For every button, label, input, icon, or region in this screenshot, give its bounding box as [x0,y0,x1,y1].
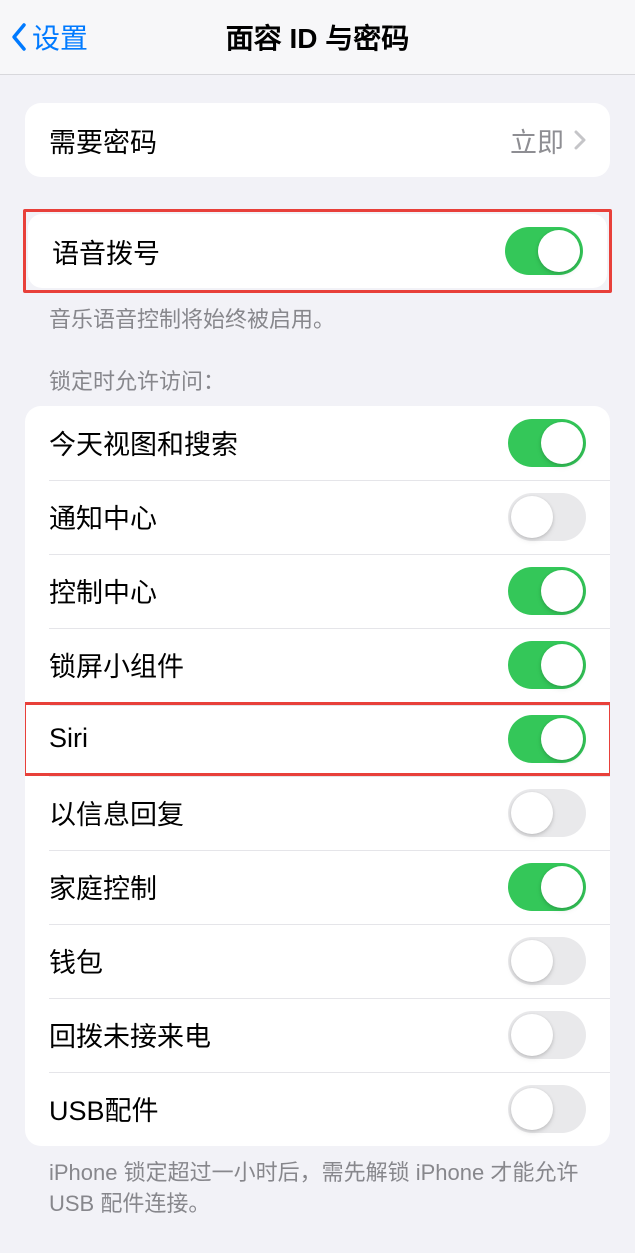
require-passcode-label: 需要密码 [49,121,157,160]
lock-access-footer: iPhone 锁定超过一小时后，需先解锁 iPhone 才能允许 USB 配件连… [49,1158,586,1220]
lock-access-label: 通知中心 [49,497,157,536]
lock-access-row: 控制中心 [25,554,610,628]
lock-access-toggle[interactable] [508,937,586,985]
voice-dial-highlight: 语音拨号 [23,209,612,293]
require-passcode-value: 立即 [510,121,564,160]
lock-access-row: 钱包 [25,924,610,998]
lock-access-toggle[interactable] [508,789,586,837]
lock-access-row: 回拨未接来电 [25,998,610,1072]
lock-access-row: 通知中心 [25,480,610,554]
lock-access-label: Siri [49,723,88,754]
lock-access-row: 家庭控制 [25,850,610,924]
lock-access-header: 锁定时允许访问： [49,364,611,396]
lock-access-label: USB配件 [49,1089,159,1128]
lock-access-toggle[interactable] [508,715,586,763]
voice-dial-toggle[interactable] [505,227,583,275]
lock-access-row: 以信息回复 [25,776,610,850]
voice-dial-row: 语音拨号 [28,214,607,288]
lock-access-label: 今天视图和搜索 [49,423,238,462]
lock-access-toggle[interactable] [508,567,586,615]
lock-access-toggle[interactable] [508,493,586,541]
lock-access-toggle[interactable] [508,863,586,911]
lock-access-label: 回拨未接来电 [49,1015,211,1054]
lock-access-toggle[interactable] [508,419,586,467]
lock-access-row: 今天视图和搜索 [25,406,610,480]
lock-access-toggle[interactable] [508,641,586,689]
lock-access-toggle[interactable] [508,1085,586,1133]
navigation-bar: 设置 面容 ID 与密码 [0,0,635,75]
voice-dial-label: 语音拨号 [52,232,160,271]
voice-dial-footer: 音乐语音控制将始终被启用。 [49,305,611,336]
back-label: 设置 [32,17,88,57]
lock-access-row: 锁屏小组件 [25,628,610,702]
lock-access-label: 以信息回复 [49,793,184,832]
back-button[interactable]: 设置 [10,17,88,57]
lock-access-row: Siri [25,702,610,776]
lock-access-label: 控制中心 [49,571,157,610]
chevron-right-icon [574,130,586,150]
lock-access-row: USB配件 [25,1072,610,1146]
lock-access-toggle[interactable] [508,1011,586,1059]
lock-access-label: 钱包 [49,941,103,980]
lock-access-group: 今天视图和搜索通知中心控制中心锁屏小组件 Siri 以信息回复家庭控制钱包回拨未接来… [25,406,610,1146]
require-passcode-row[interactable]: 需要密码 立即 [25,103,610,177]
page-title: 面容 ID 与密码 [226,17,410,57]
lock-access-label: 锁屏小组件 [49,645,184,684]
lock-access-label: 家庭控制 [49,867,157,906]
passcode-group: 需要密码 立即 [25,103,610,177]
chevron-left-icon [10,22,28,52]
